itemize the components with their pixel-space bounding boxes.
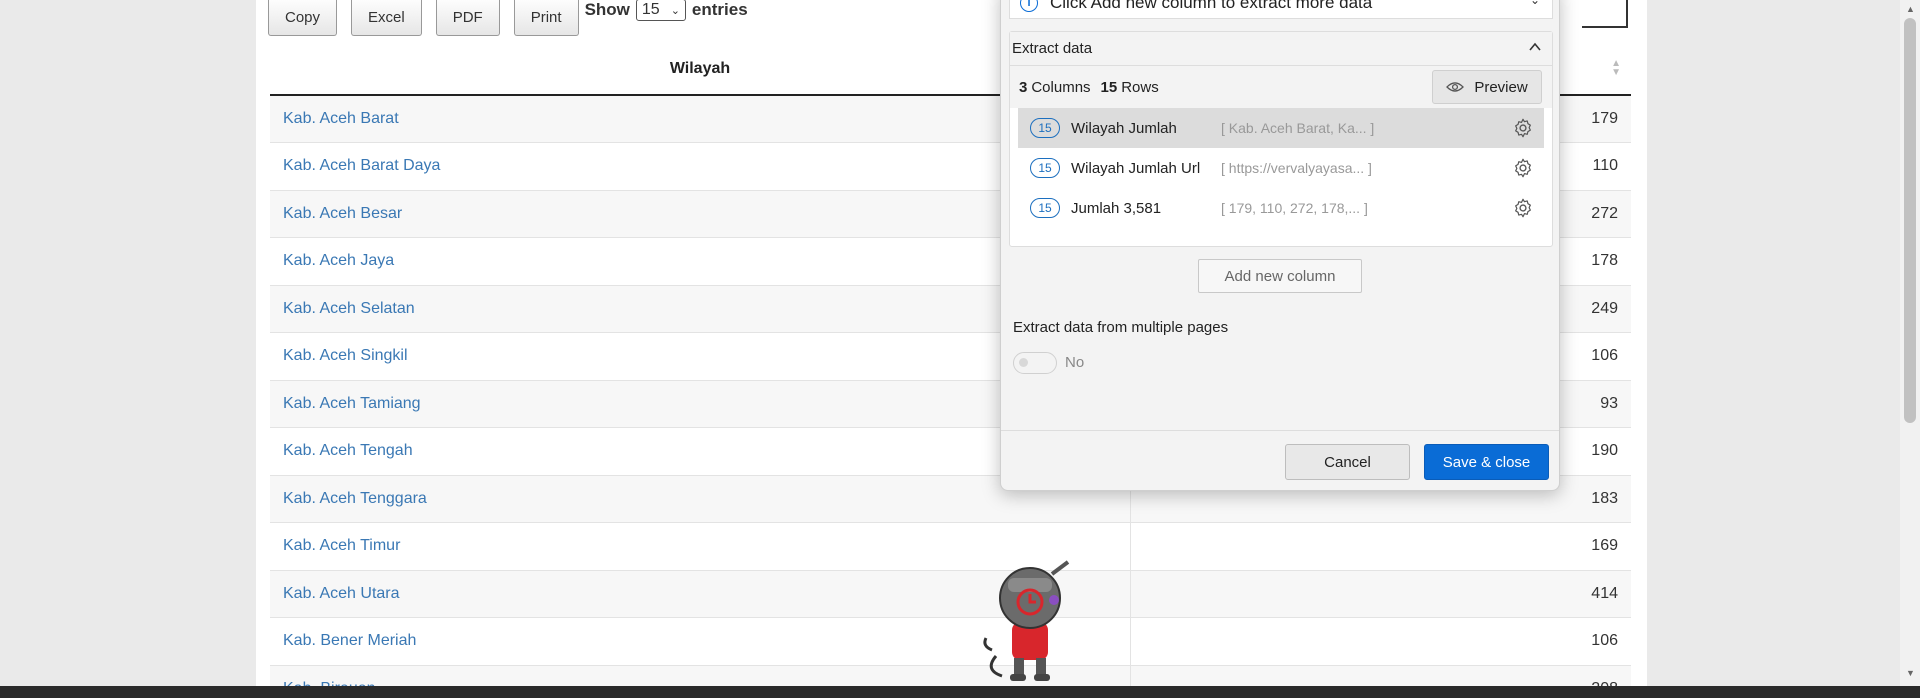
extract-column-row[interactable]: 15 Wilayah Jumlah [ Kab. Aceh Barat, Ka.… — [1018, 108, 1544, 148]
column-name: Jumlah 3,581 — [1071, 199, 1162, 217]
extract-summary: 3 Columns 15 Rows Preview — [1010, 66, 1552, 108]
datatable-toolbar: Copy Excel PDF Print Show 15 ⌄ entries — [268, 0, 748, 36]
table-row: Kab. Aceh Utara 414 — [270, 570, 1631, 618]
rows-count: 15 — [1100, 78, 1118, 96]
excel-button[interactable]: Excel — [351, 0, 422, 36]
scroll-down-arrow-icon[interactable]: ▼ — [1906, 668, 1915, 678]
preview-label: Preview — [1474, 78, 1528, 96]
copy-button[interactable]: Copy — [268, 0, 338, 36]
gear-icon[interactable] — [1512, 157, 1534, 179]
taskbar-strip — [0, 686, 1920, 698]
jumlah-cell: 106 — [1129, 617, 1631, 666]
column-preview: [ 179, 110, 272, 178,... ] — [1221, 200, 1368, 216]
toggle-knob — [1019, 358, 1028, 367]
jumlah-cell: 414 — [1129, 570, 1631, 618]
column-count-badge: 15 — [1030, 158, 1060, 178]
save-close-button[interactable]: Save & close — [1424, 444, 1549, 480]
pdf-button[interactable]: PDF — [435, 0, 500, 36]
eye-icon — [1446, 82, 1465, 92]
column-count-badge: 15 — [1030, 118, 1060, 138]
entries-value: 15 — [641, 1, 660, 18]
info-bar[interactable]: i Click Add new column to extract more d… — [1009, 0, 1553, 19]
extract-column-row[interactable]: 15 Wilayah Jumlah Url [ https://vervalya… — [1018, 148, 1544, 188]
gear-icon[interactable] — [1512, 117, 1534, 139]
table-row: Kab. Bireuen208 — [270, 665, 1631, 686]
extract-data-header[interactable]: Extract data — [1010, 32, 1552, 66]
multi-pages-toggle[interactable] — [1013, 352, 1057, 374]
gear-icon[interactable] — [1512, 197, 1534, 219]
chevron-down-icon[interactable]: ⌄ — [1530, 0, 1540, 7]
multi-pages-label: Extract data from multiple pages — [1013, 319, 1229, 336]
chevron-down-icon: ⌄ — [670, 4, 680, 17]
panel-footer-divider — [1001, 430, 1559, 431]
table-row: Kab. Aceh Timur 169 — [270, 522, 1631, 571]
scrollbar-thumb[interactable] — [1904, 18, 1916, 423]
column-count-badge: 15 — [1030, 198, 1060, 218]
column-name: Wilayah Jumlah — [1071, 119, 1177, 137]
extract-data-section: Extract data 3 Columns 15 Rows Preview 1… — [1009, 31, 1553, 247]
entries-select[interactable]: 15 ⌄ — [635, 0, 686, 21]
add-new-column-button[interactable]: Add new column — [1198, 259, 1362, 293]
search-input[interactable] — [1582, 0, 1628, 28]
column-preview: [ Kab. Aceh Barat, Ka... ] — [1221, 120, 1375, 136]
jumlah-cell: 169 — [1129, 522, 1631, 571]
info-text: Click Add new column to extract more dat… — [1050, 0, 1373, 12]
extract-column-row[interactable]: 15 Jumlah 3,581 [ 179, 110, 272, 178,...… — [1018, 188, 1544, 228]
entries-length-control: Show 15 ⌄ entries — [584, 0, 748, 21]
sort-icon: ▲ ▼ — [1611, 58, 1621, 78]
chevron-up-icon[interactable] — [1528, 40, 1542, 54]
cancel-button[interactable]: Cancel — [1285, 444, 1410, 480]
extract-data-title: Extract data — [1012, 40, 1093, 57]
jumlah-cell: 208 — [1129, 665, 1631, 686]
rows-label: Rows — [1121, 78, 1159, 96]
columns-count: 3 — [1019, 78, 1028, 96]
column-name: Wilayah Jumlah Url — [1071, 159, 1201, 177]
print-button[interactable]: Print — [513, 0, 579, 36]
extract-data-panel: i Click Add new column to extract more d… — [1000, 0, 1560, 491]
show-label: Show — [584, 0, 630, 19]
preview-button[interactable]: Preview — [1432, 70, 1542, 104]
table-row: Kab. Bener Meriah 106 — [270, 617, 1631, 666]
columns-label: Columns — [1031, 78, 1091, 96]
entries-label: entries — [691, 0, 748, 19]
info-icon: i — [1020, 0, 1038, 12]
mascot-character[interactable] — [980, 558, 1080, 686]
column-preview: [ https://vervalyayasa... ] — [1221, 160, 1372, 176]
vertical-scrollbar[interactable]: ▲ ▼ — [1900, 0, 1920, 686]
scroll-up-arrow-icon[interactable]: ▲ — [1906, 4, 1915, 14]
toggle-state-label: No — [1065, 354, 1085, 371]
